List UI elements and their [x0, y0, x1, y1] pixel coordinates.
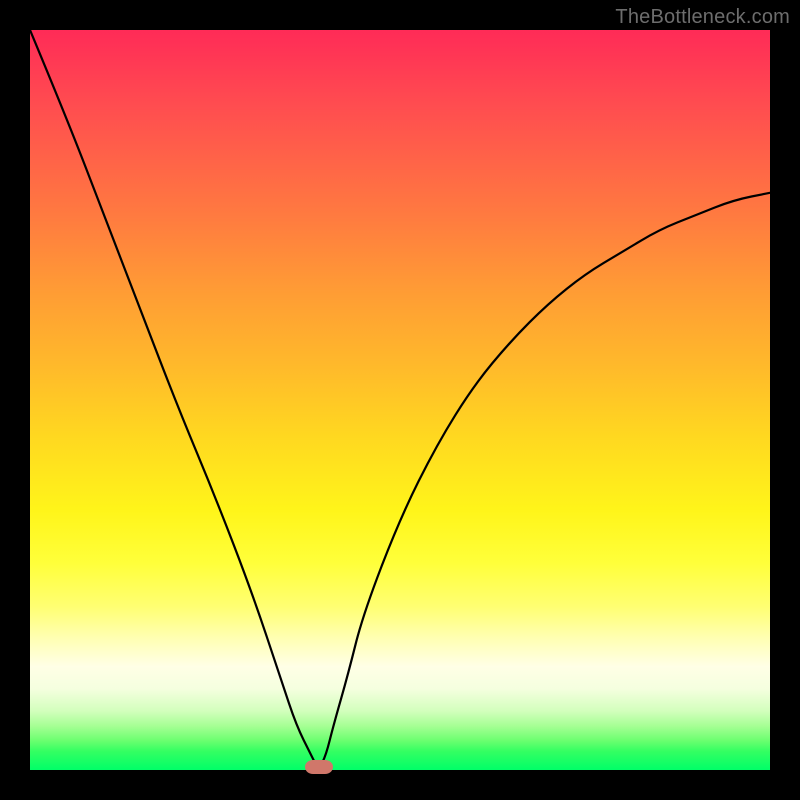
curve-svg — [30, 30, 770, 770]
watermark-text: TheBottleneck.com — [615, 6, 790, 29]
bottleneck-curve-path — [30, 30, 770, 766]
min-marker — [305, 760, 333, 774]
plot-area — [30, 30, 770, 770]
chart-container: TheBottleneck.com — [0, 0, 800, 800]
